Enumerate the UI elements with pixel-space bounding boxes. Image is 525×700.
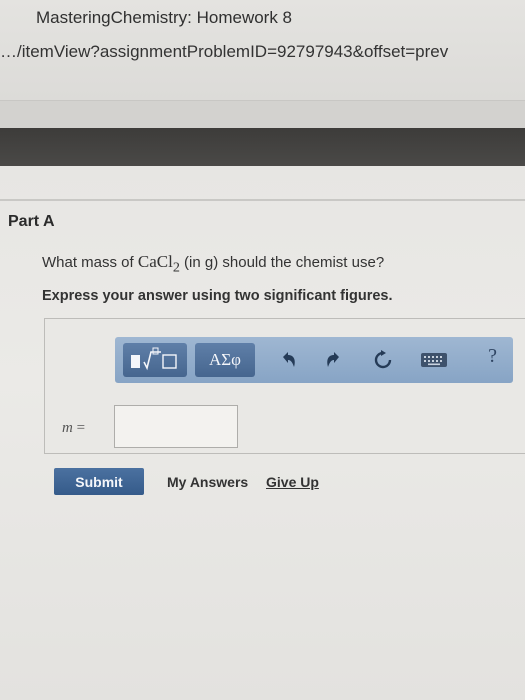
undo-button[interactable] [275,347,301,373]
submit-button[interactable]: Submit [54,468,144,495]
answer-variable-label: m = [62,420,86,436]
keyboard-button[interactable] [419,347,449,373]
question-prefix: What mass of [42,254,138,271]
reset-icon [374,350,392,369]
my-answers-link[interactable]: My Answers [167,474,248,490]
keyboard-icon [421,353,447,367]
part-divider [0,199,525,201]
browser-chrome: MasteringChemistry: Homework 8 …/itemVie… [0,0,525,100]
part-title: Part A [8,213,55,230]
redo-button[interactable] [321,347,347,373]
reset-button[interactable] [370,347,396,373]
browser-tab-title[interactable]: MasteringChemistry: Homework 8 [36,8,292,28]
question-text: What mass of CaCl2 (in g) should the che… [42,252,384,276]
answer-instruction: Express your answer using two significan… [42,288,393,304]
redo-icon [327,352,339,367]
math-toolbar: ΑΣφ ? [115,337,513,383]
answer-input[interactable] [114,405,238,448]
question-unit: (in g) [179,254,219,271]
question-suffix: should the chemist use? [218,254,385,271]
address-bar-url[interactable]: …/itemView?assignmentProblemID=92797943&… [0,42,448,62]
templates-icon [131,347,177,371]
symbols-button[interactable]: ΑΣφ [195,343,255,377]
question-formula: CaCl2 [137,252,180,276]
undo-icon [283,352,295,367]
help-button[interactable]: ? [488,345,497,368]
templates-button[interactable] [123,343,187,377]
page-top-strip [0,100,525,128]
give-up-link[interactable]: Give Up [266,474,319,490]
site-header-bar [0,128,525,166]
